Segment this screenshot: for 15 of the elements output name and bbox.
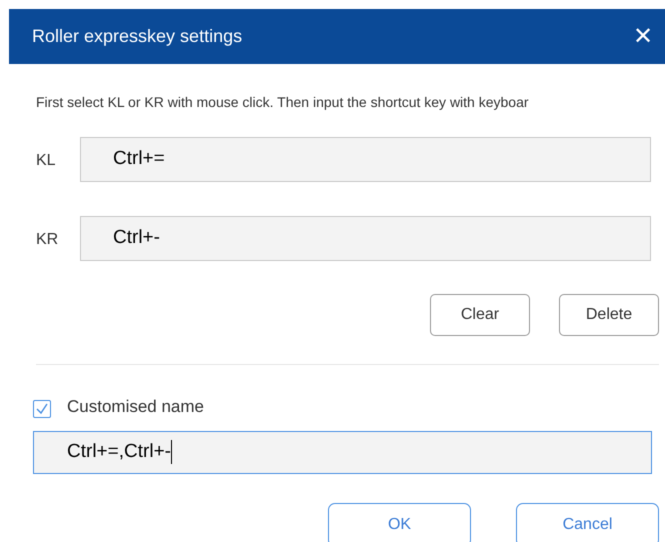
window-title: Roller expresskey settings (32, 25, 242, 48)
text-cursor (171, 440, 172, 464)
checkbox-label: Customised name (67, 396, 204, 418)
checkbox[interactable] (33, 400, 51, 418)
dialog-button[interactable]: Cancel (516, 502, 659, 542)
action-button[interactable]: Delete (559, 294, 659, 336)
instruction-text: First select KL or KR with mouse click. Then input the shortcut key with keyboar (36, 93, 530, 112)
key-label: KL (36, 150, 57, 170)
action-button[interactable]: Clear (430, 294, 530, 336)
shortcut-field[interactable]: Ctrl+- (80, 216, 651, 261)
shortcut-field[interactable]: Ctrl+= (80, 137, 651, 182)
name-field[interactable]: Ctrl+=,Ctrl+- (33, 430, 652, 474)
close-button[interactable]: ✕ (633, 24, 653, 48)
key-label: KR (36, 230, 60, 250)
dialog-button[interactable]: OK (328, 502, 471, 542)
